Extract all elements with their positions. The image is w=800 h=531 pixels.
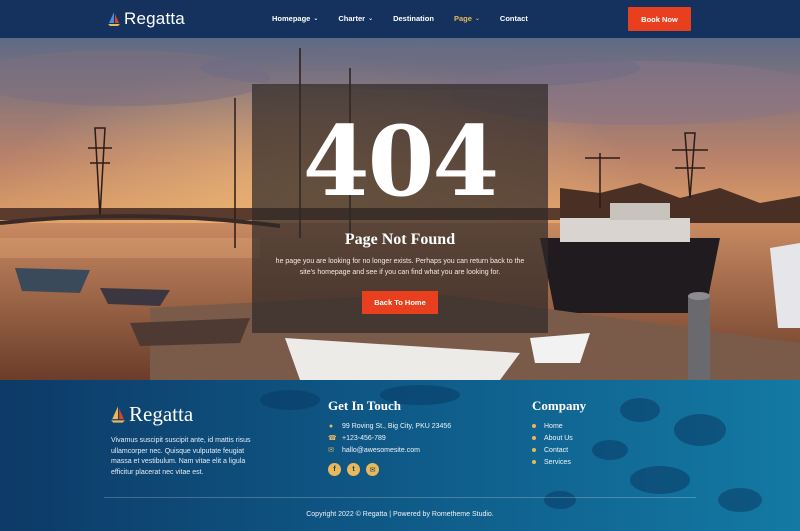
book-now-button[interactable]: Book Now — [628, 7, 691, 31]
phone-text: +123-456-789 — [342, 434, 386, 442]
bullet-icon — [532, 436, 536, 440]
link-label: About Us — [544, 434, 573, 442]
error-code: 404 — [302, 105, 499, 218]
social-links: f t ✉ — [328, 463, 379, 476]
main-menu: Homepage ⌄ Charter ⌄ Destination Page ⌄ … — [272, 14, 528, 23]
nav-item-label: Destination — [393, 14, 434, 23]
address-text: 99 Roving St., Big City, PKU 23456 — [342, 422, 452, 430]
nav-item-page[interactable]: Page ⌄ — [454, 14, 480, 23]
nav-item-contact[interactable]: Contact — [500, 14, 528, 23]
company-link-contact[interactable]: Contact — [532, 444, 573, 456]
brand-name: Regatta — [124, 9, 185, 28]
contact-heading: Get In Touch — [328, 398, 401, 413]
error-card: 404 Page Not Found he page you are looki… — [252, 84, 548, 333]
contact-address: ● 99 Roving St., Big City, PKU 23456 — [328, 420, 451, 432]
site-footer: Regatta Vivamus suscipit suscipit ante, … — [0, 380, 800, 531]
hero-section: 404 Page Not Found he page you are looki… — [0, 38, 800, 380]
error-description: he page you are looking for no longer ex… — [275, 258, 525, 276]
email-text: hallo@awesomesite.com — [342, 446, 420, 454]
nav-item-destination[interactable]: Destination — [393, 14, 434, 23]
twitter-icon[interactable]: t — [347, 463, 360, 476]
bullet-icon — [532, 448, 536, 452]
footer-brand-logo[interactable]: Regatta — [111, 402, 193, 427]
phone-icon: ☎ — [328, 435, 337, 442]
brand-logo[interactable]: Regatta — [108, 9, 185, 29]
nav-item-label: Contact — [499, 14, 528, 23]
sailboat-icon — [108, 11, 120, 27]
nav-item-label: Charter — [338, 14, 366, 23]
sailboat-icon — [111, 406, 125, 423]
link-label: Contact — [544, 446, 569, 454]
nav-item-label: Homepage — [272, 14, 311, 23]
contact-list: ● 99 Roving St., Big City, PKU 23456 ☎ +… — [328, 420, 451, 456]
nav-item-homepage[interactable]: Homepage ⌄ — [272, 14, 318, 23]
map-pin-icon: ● — [328, 422, 334, 430]
chevron-down-icon: ⌄ — [313, 15, 319, 22]
copyright-text: Copyright 2022 © Regatta | Powered by Ro… — [306, 511, 494, 518]
back-to-home-button[interactable]: Back To Home — [362, 291, 438, 314]
company-link-about[interactable]: About Us — [532, 432, 573, 444]
top-navbar: Regatta Homepage ⌄ Charter ⌄ Destination… — [0, 0, 800, 38]
contact-phone[interactable]: ☎ +123-456-789 — [328, 432, 451, 444]
chevron-down-icon: ⌄ — [474, 15, 480, 22]
nav-item-charter[interactable]: Charter ⌄ — [338, 14, 373, 23]
company-link-home[interactable]: Home — [532, 420, 573, 432]
bullet-icon — [532, 460, 536, 464]
link-label: Services — [544, 458, 571, 466]
company-link-services[interactable]: Services — [532, 456, 573, 468]
footer-divider — [104, 497, 696, 498]
mail-icon: ✉ — [328, 447, 334, 454]
chevron-down-icon: ⌄ — [368, 15, 374, 22]
facebook-icon[interactable]: f — [328, 463, 341, 476]
company-heading: Company — [532, 398, 587, 413]
footer-about-text: Vivamus suscipit suscipit ante, id matti… — [111, 437, 251, 476]
error-title: Page Not Found — [344, 231, 456, 248]
nav-item-label: Page — [453, 14, 472, 23]
company-links: Home About Us Contact Services — [532, 420, 573, 468]
footer-brand-name: Regatta — [129, 402, 194, 426]
contact-email[interactable]: ✉ hallo@awesomesite.com — [328, 444, 451, 456]
link-label: Home — [544, 422, 563, 430]
email-icon[interactable]: ✉ — [366, 463, 379, 476]
bullet-icon — [532, 424, 536, 428]
